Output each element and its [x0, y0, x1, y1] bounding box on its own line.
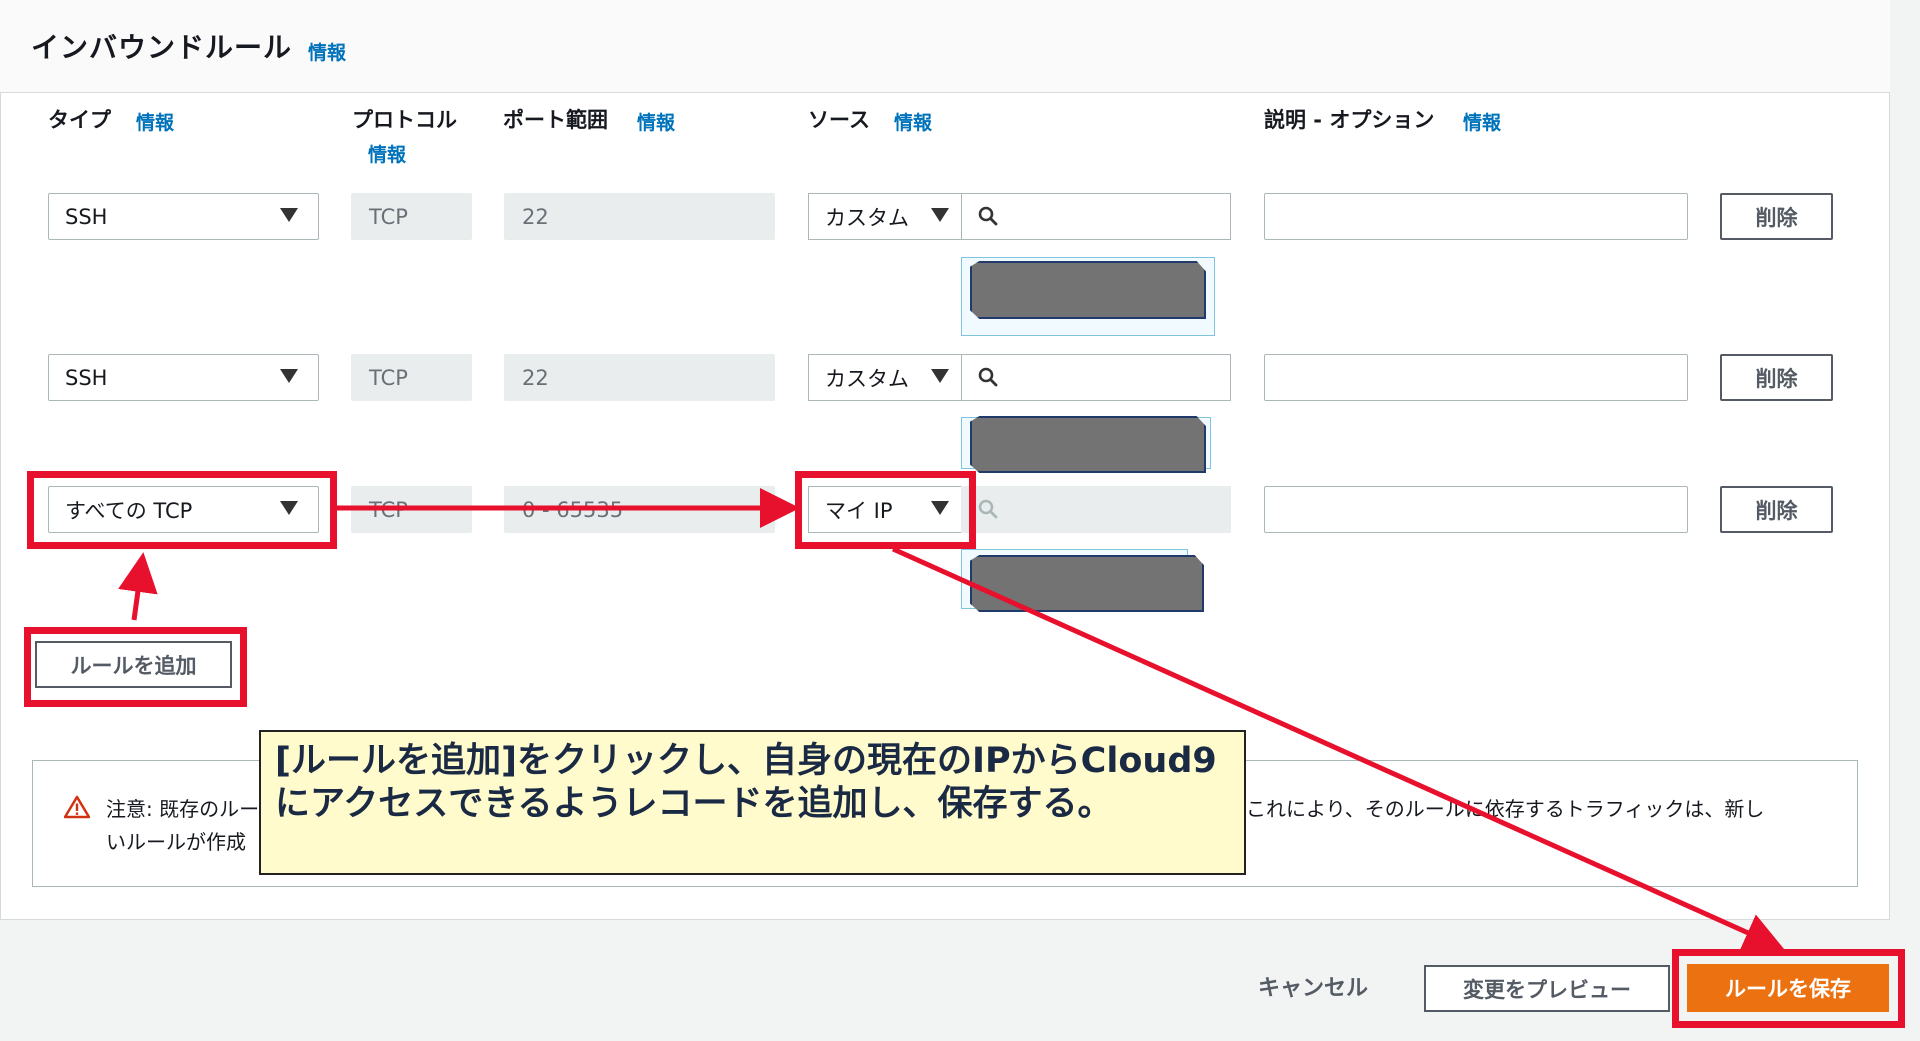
arrow-source-to-save — [891, 546, 1785, 951]
annotation-arrows — [118, 488, 1785, 951]
arrow-add-to-type — [118, 552, 158, 621]
